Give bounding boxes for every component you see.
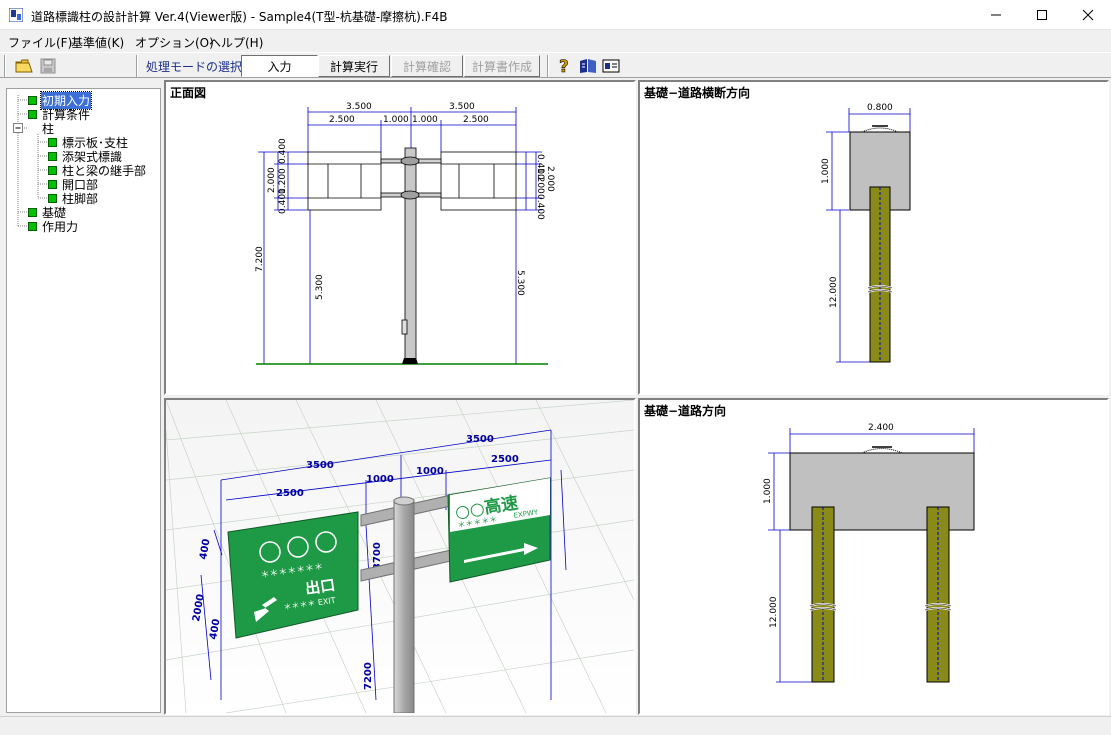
status-box (28, 109, 37, 119)
status-box (28, 95, 37, 105)
app-icon (9, 8, 23, 22)
view3d-dim-right-board: 2500 (491, 454, 519, 465)
cross-dim-footing-height: 1.000 (821, 158, 831, 184)
dim-left-board: 2.500 (329, 115, 355, 125)
window-title: 道路標識柱の設計計算 Ver.4(Viewer版) - Sample4(T型-杭… (31, 10, 448, 24)
open-folder-icon (15, 59, 33, 73)
save-icon (40, 58, 56, 74)
mode-report-button[interactable]: 計算書作成 (464, 55, 540, 77)
menu-options[interactable]: オプション(O) (135, 34, 214, 51)
view3d-dim-left-arm: 1000 (366, 474, 394, 485)
tree-item-column[interactable]: 柱 (41, 121, 55, 136)
tree-item-calc-conditions[interactable]: 計算条件 (28, 107, 91, 122)
cross-foundation-panel: 基礎−道路横断方向 0.800 1.000 12.000 (638, 80, 1109, 395)
dim-left-total-height: 7.200 (255, 246, 265, 272)
view3d-dim-right-span: 3500 (466, 434, 494, 445)
info-card-icon (602, 59, 620, 73)
tree-item-loads[interactable]: 作用力 (28, 219, 79, 234)
close-icon (1082, 9, 1094, 21)
cross-dim-pile-length: 12.000 (829, 276, 839, 308)
dim-left-board-height: 2.000 (267, 167, 277, 193)
minimize-icon (991, 14, 1001, 16)
dim-left-arm: 1.000 (383, 115, 409, 125)
dim-right-board-height: 2.000 (545, 166, 555, 192)
maximize-icon (1037, 10, 1047, 20)
front-view-drawing: 3.500 3.500 2.500 1.000 1.000 2.500 2.00… (255, 102, 555, 365)
status-box (48, 165, 57, 175)
dim-right-arm: 1.000 (412, 115, 438, 125)
view-3d-drawing[interactable]: 3500 3500 1000 1000 2500 2500 2000 400 4… (166, 400, 634, 713)
road-foundation-panel: 基礎−道路方向 2.400 1.000 12.000 (638, 398, 1109, 715)
maximize-button[interactable] (1019, 0, 1065, 30)
status-box (28, 207, 37, 217)
status-box (28, 221, 37, 231)
view-3d-panel[interactable]: 3500 3500 1000 1000 2500 2500 2000 400 4… (164, 398, 636, 715)
help-button[interactable]: ? (554, 56, 576, 76)
mode-select-label: 処理モードの選択 (146, 60, 243, 74)
status-box (48, 151, 57, 161)
mode-input-button[interactable]: 入力 (241, 55, 318, 77)
help-icon: ? (559, 57, 569, 75)
road-dim-pile-length: 12.000 (769, 596, 779, 628)
manual-book-icon (580, 59, 596, 73)
toolbar: 処理モードの選択 入力 計算実行 計算確認 計算書作成 ? (0, 52, 1111, 78)
dim-right-mid: 1.200 (535, 168, 545, 194)
dim-left-top: 0.400 (278, 138, 288, 164)
dim-left-clear-height: 5.300 (315, 274, 325, 300)
menu-file[interactable]: ファイル(F) (8, 34, 72, 51)
toolbar-separator (547, 55, 549, 77)
open-button[interactable] (13, 56, 35, 76)
dim-left-bottom: 0.400 (278, 188, 288, 214)
menu-bar: ファイル(F) 基準値(K) オプション(O) ヘルプ(H) (0, 30, 1111, 52)
mode-run-button[interactable]: 計算実行 (318, 55, 390, 77)
minimize-button[interactable] (973, 0, 1019, 30)
status-box (48, 179, 57, 189)
save-button[interactable] (37, 56, 59, 76)
pole-3d (393, 499, 415, 713)
status-box (48, 193, 57, 203)
dim-right-board: 2.500 (463, 115, 489, 125)
status-box (48, 137, 57, 147)
toolbar-separator (136, 55, 138, 77)
toolbar-grip (4, 55, 6, 77)
cross-foundation-drawing: 0.800 1.000 12.000 (821, 103, 911, 363)
road-foundation-drawing: 2.400 1.000 12.000 (763, 423, 975, 683)
view3d-dim-left-board: 2500 (276, 488, 304, 499)
status-bar (0, 716, 1111, 735)
front-view-panel: 正面図 3.500 3.500 2.500 1.000 1.000 2.500 … (164, 80, 636, 395)
road-dim-width: 2.400 (868, 423, 894, 433)
info-button[interactable] (600, 56, 622, 76)
view3d-dim-right-arm: 1000 (416, 466, 444, 477)
close-button[interactable] (1065, 0, 1111, 30)
mode-check-button[interactable]: 計算確認 (391, 55, 463, 77)
dim-left-span: 3.500 (346, 102, 372, 112)
dim-right-clear-height: 5.300 (515, 270, 525, 296)
menu-help[interactable]: ヘルプ(H) (209, 34, 263, 51)
road-dim-footing-height: 1.000 (763, 478, 773, 504)
manual-button[interactable] (577, 56, 599, 76)
dim-right-span: 3.500 (449, 102, 475, 112)
title-bar: 道路標識柱の設計計算 Ver.4(Viewer版) - Sample4(T型-杭… (0, 0, 1111, 30)
menu-standards[interactable]: 基準値(K) (71, 34, 124, 51)
svg-text:?: ? (559, 57, 569, 75)
dim-right-bottom: 0.400 (535, 194, 545, 220)
view3d-dim-left-span: 3500 (306, 460, 334, 471)
cross-dim-width: 0.800 (867, 103, 893, 113)
view3d-dim-total: 7200 (363, 662, 374, 690)
input-tree[interactable]: 初期入力 計算条件 柱 標示板･支柱 添架式標識 柱と梁の継手部 開口部 柱脚部… (6, 88, 161, 713)
